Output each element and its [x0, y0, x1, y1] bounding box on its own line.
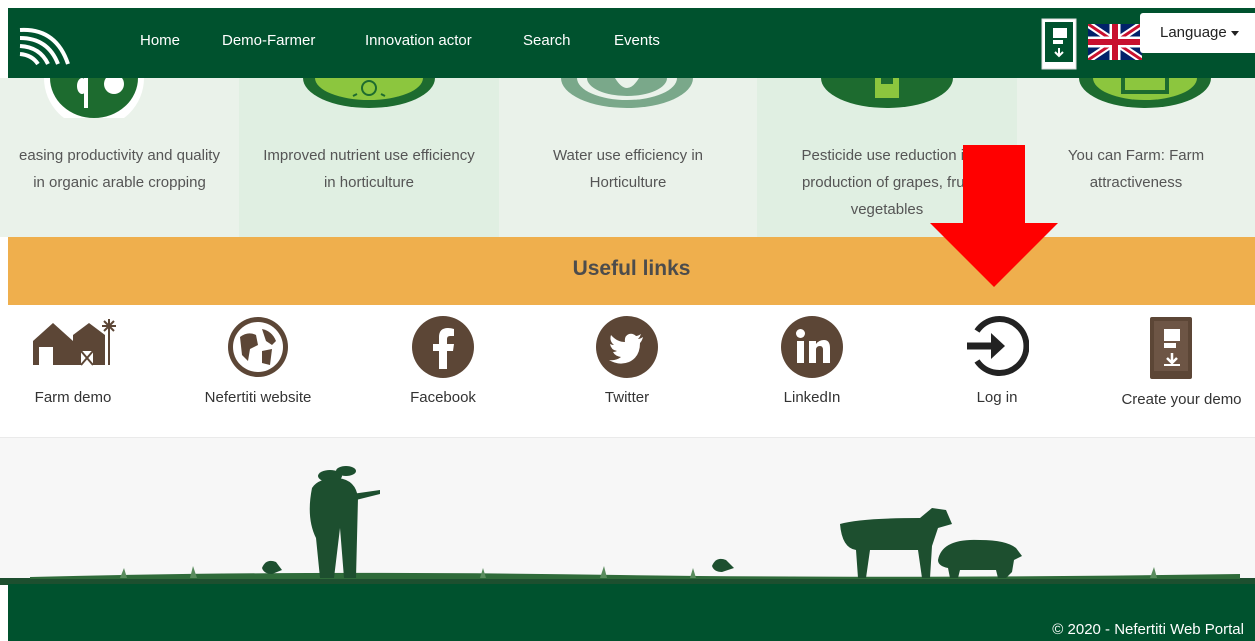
link-nefertiti-website[interactable]: Nefertiti website	[188, 305, 328, 437]
useful-links-bar: Useful links	[8, 237, 1255, 305]
topic-card[interactable]: Improved nutrient use efficiency in hort…	[239, 78, 499, 237]
link-label: Create your demo	[1121, 391, 1242, 408]
facebook-icon	[412, 316, 474, 378]
linkedin-icon	[781, 316, 843, 378]
logo-icon[interactable]	[16, 20, 74, 66]
farm-silhouette-image	[0, 466, 1255, 585]
language-label: Language	[1160, 24, 1227, 41]
topic-line: Horticulture	[589, 174, 667, 191]
language-dropdown[interactable]: Language	[1140, 13, 1255, 53]
useful-links-row: Farm demo Nefertiti website Facebook Twi…	[0, 305, 1255, 437]
lightbulb-icon	[303, 78, 435, 108]
topic-line: easing productivity and quality	[19, 147, 220, 164]
create-demo-book-icon[interactable]	[1041, 18, 1077, 70]
topic-line: Improved nutrient use efficiency	[263, 147, 475, 164]
topics-carousel: easing productivity and quality in organ…	[0, 78, 1255, 237]
caret-down-icon	[1230, 30, 1239, 36]
nav-search[interactable]: Search	[523, 32, 571, 49]
create-demo-icon	[1150, 317, 1192, 379]
sprayer-icon	[821, 78, 953, 108]
navbar: Home Demo-Farmer Innovation actor Search…	[8, 8, 1255, 78]
nav-home[interactable]: Home	[140, 32, 180, 49]
link-label: Nefertiti website	[204, 389, 312, 406]
farmer-icon	[1079, 78, 1211, 108]
plant-icon	[44, 78, 144, 118]
nav-innovation-actor[interactable]: Innovation actor	[365, 32, 472, 49]
link-linkedin[interactable]: LinkedIn	[751, 305, 873, 437]
footer: © 2020 - Nefertiti Web Portal	[8, 584, 1255, 641]
farm-scene-illustration	[0, 437, 1255, 585]
useful-links-title: Useful links	[572, 257, 691, 280]
topic-line: Water use efficiency in	[552, 147, 704, 164]
link-label: Log in	[976, 389, 1018, 406]
login-icon	[967, 316, 1029, 376]
link-label: Facebook	[410, 389, 476, 406]
topic-card[interactable]: easing productivity and quality in organ…	[0, 78, 239, 237]
link-twitter[interactable]: Twitter	[566, 305, 688, 437]
twitter-icon	[596, 316, 658, 378]
topic-line: in organic arable cropping	[33, 174, 206, 191]
top-strip	[0, 0, 1255, 8]
water-drop-icon	[561, 78, 693, 108]
nav-demo-farmer[interactable]: Demo-Farmer	[222, 32, 315, 49]
link-log-in[interactable]: Log in	[936, 305, 1058, 437]
topic-card[interactable]: Water use efficiency in Horticulture	[499, 78, 757, 237]
topic-line: in horticulture	[323, 174, 415, 191]
link-label: LinkedIn	[783, 389, 841, 406]
link-farm-demo[interactable]: Farm demo	[8, 305, 138, 437]
link-facebook[interactable]: Facebook	[382, 305, 504, 437]
copyright-text: © 2020 - Nefertiti Web Portal	[1052, 621, 1244, 638]
link-create-your-demo[interactable]: Create your demo	[1108, 305, 1255, 437]
link-label: Twitter	[604, 389, 650, 406]
farm-icon	[33, 319, 116, 366]
link-label: Farm demo	[34, 389, 112, 406]
red-arrow-annotation	[930, 145, 1058, 287]
globe-icon	[228, 317, 288, 377]
uk-flag-icon[interactable]	[1088, 24, 1142, 60]
nav-events[interactable]: Events	[614, 32, 660, 49]
